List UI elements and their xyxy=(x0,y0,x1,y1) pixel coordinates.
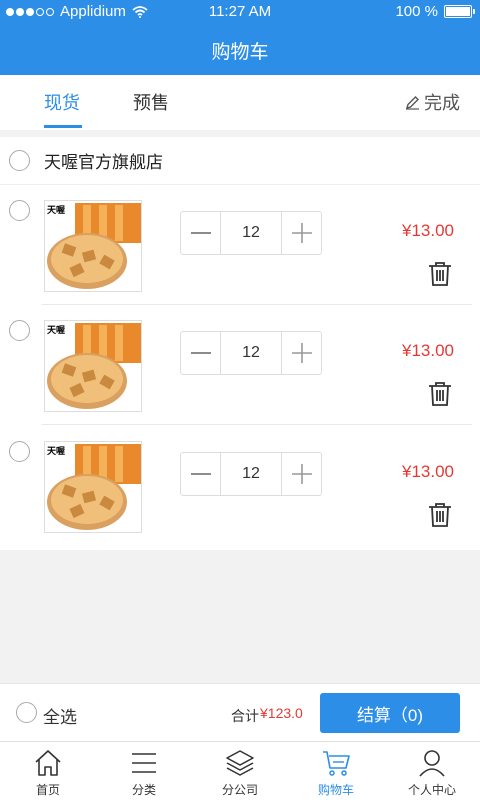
tabbar-item-category[interactable]: 分类 xyxy=(96,742,192,800)
plus-icon xyxy=(291,223,312,243)
page-title: 购物车 xyxy=(211,42,269,63)
tabbar-label: 个人中心 xyxy=(407,783,456,797)
item-price: ¥13.00 xyxy=(402,341,454,360)
tabbar-item-branch[interactable]: 分公司 xyxy=(192,742,288,800)
total-amount: ¥123.0 xyxy=(260,705,303,721)
item-select-radio[interactable] xyxy=(9,320,30,341)
quantity-stepper: 12 xyxy=(180,211,322,255)
checkout-bar: 全选 合计 ¥123.0 结算（0) xyxy=(0,683,480,741)
svg-text:天喔: 天喔 xyxy=(47,205,65,216)
increase-button[interactable] xyxy=(282,212,321,254)
increase-button[interactable] xyxy=(282,453,321,495)
quantity-value[interactable]: 12 xyxy=(220,212,282,254)
decrease-button[interactable] xyxy=(181,453,220,495)
cart-list: 天喔官方旗舰店 天喔 12 ¥13.00 天喔 12 ¥13.00 天喔 12 … xyxy=(0,137,480,550)
tabbar-item-cart[interactable]: 购物车 xyxy=(288,742,384,800)
select-all-label[interactable]: 全选 xyxy=(43,703,77,728)
minus-icon xyxy=(190,352,211,354)
quantity-stepper: 12 xyxy=(180,452,322,496)
status-bar: Applidium 11:27 AM 100 % xyxy=(0,0,480,24)
select-all-radio[interactable] xyxy=(16,702,37,723)
product-image[interactable]: 天喔 xyxy=(44,441,142,533)
quantity-stepper: 12 xyxy=(180,331,322,375)
active-tab-indicator xyxy=(44,125,82,128)
plus-icon xyxy=(291,343,312,363)
item-select-radio[interactable] xyxy=(9,200,30,221)
user-icon xyxy=(419,750,445,777)
cart-item: 天喔 12 ¥13.00 xyxy=(0,185,480,305)
layers-icon xyxy=(226,750,254,776)
cart-icon xyxy=(323,751,350,776)
done-button[interactable]: 完成 xyxy=(405,89,460,115)
home-icon xyxy=(35,750,61,776)
cart-item: 天喔 12 ¥13.00 xyxy=(0,305,480,425)
product-image[interactable]: 天喔 xyxy=(44,200,142,292)
tabbar-label: 购物车 xyxy=(317,783,354,797)
item-select-radio[interactable] xyxy=(9,441,30,462)
svg-text:天喔: 天喔 xyxy=(47,446,65,457)
tabbar-label: 首页 xyxy=(35,783,60,797)
trash-icon[interactable] xyxy=(428,381,452,407)
product-image[interactable]: 天喔 xyxy=(44,320,142,412)
bottom-tab-bar: 首页 分类 分公司 购物车 个人中心 xyxy=(0,741,480,800)
decrease-button[interactable] xyxy=(181,212,220,254)
increase-button[interactable] xyxy=(282,332,321,374)
svg-text:天喔: 天喔 xyxy=(47,325,65,336)
shop-name: 天喔官方旗舰店 xyxy=(44,153,163,172)
checkout-button[interactable]: 结算（0) xyxy=(320,693,460,733)
quantity-value[interactable]: 12 xyxy=(220,453,282,495)
tab-presale[interactable]: 预售 xyxy=(133,89,169,115)
shop-select-radio[interactable] xyxy=(9,150,30,171)
minus-icon xyxy=(190,473,211,475)
list-icon xyxy=(132,753,156,773)
quantity-value[interactable]: 12 xyxy=(220,332,282,374)
total-label: 合计 xyxy=(231,708,259,724)
trash-icon[interactable] xyxy=(428,502,452,528)
item-divider xyxy=(42,424,472,425)
tabbar-item-profile[interactable]: 个人中心 xyxy=(384,742,480,800)
decrease-button[interactable] xyxy=(181,332,220,374)
tabbar-label: 分类 xyxy=(131,783,156,797)
done-label: 完成 xyxy=(424,93,460,113)
plus-icon xyxy=(291,464,312,484)
shop-row: 天喔官方旗舰店 xyxy=(0,137,480,185)
cart-item: 天喔 12 ¥13.00 xyxy=(0,426,480,546)
edit-icon xyxy=(405,95,419,110)
item-price: ¥13.00 xyxy=(402,221,454,240)
trash-icon[interactable] xyxy=(428,261,452,287)
battery-percent: 100 % xyxy=(395,3,438,20)
cart-tabs: 现货 预售 完成 xyxy=(0,75,480,130)
tabbar-label: 分公司 xyxy=(221,783,258,797)
item-price: ¥13.00 xyxy=(402,462,454,481)
minus-icon xyxy=(190,232,211,234)
app-header: Applidium 11:27 AM 100 % 购物车 xyxy=(0,0,480,75)
battery-icon xyxy=(444,5,475,18)
tabbar-item-home[interactable]: 首页 xyxy=(0,742,96,800)
tab-in-stock[interactable]: 现货 xyxy=(44,89,80,115)
